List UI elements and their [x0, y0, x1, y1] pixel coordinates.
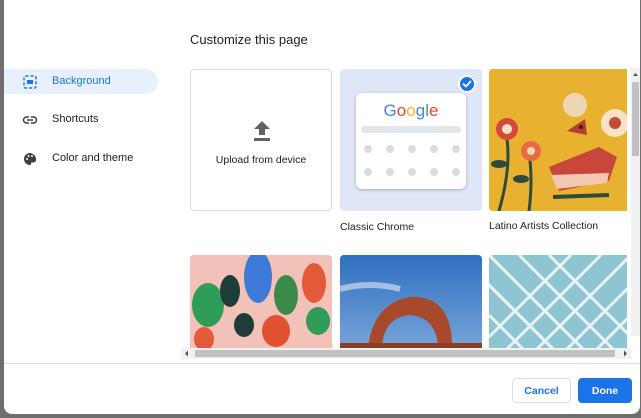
latino-artists-label: Latino Artists Collection	[489, 220, 599, 232]
arch-landscape-tile[interactable]	[340, 255, 482, 348]
classic-chrome-tile[interactable]: Google	[340, 69, 482, 211]
latino-artists-collection-tile[interactable]	[489, 69, 627, 211]
horizontal-scrollbar[interactable]	[181, 348, 631, 359]
footer-divider	[4, 363, 640, 364]
shortcut-dot	[430, 168, 438, 176]
glass-architecture-tile[interactable]	[489, 255, 627, 348]
shortcut-dot	[364, 168, 372, 176]
link-icon	[22, 116, 38, 124]
classic-chrome-label: Classic Chrome	[340, 221, 415, 233]
shortcut-dot	[386, 168, 394, 176]
shortcut-dot	[364, 145, 372, 153]
shortcut-dot	[452, 168, 460, 176]
scroll-left-arrow-icon[interactable]	[182, 348, 191, 359]
sidebar-item-label: Background	[52, 75, 111, 87]
sidebar-item-label: Shortcuts	[52, 113, 99, 125]
shortcut-dot	[430, 145, 438, 153]
classic-chrome-preview: Google	[356, 93, 466, 189]
floral-artwork-image	[190, 255, 332, 348]
shortcut-dot	[452, 145, 460, 153]
google-logo: Google	[383, 101, 439, 120]
shortcut-dot	[408, 145, 416, 153]
sidebar-item-shortcuts[interactable]: Shortcuts	[4, 107, 158, 132]
glass-building-image	[489, 255, 627, 348]
upload-icon	[254, 121, 270, 141]
palette-icon	[24, 153, 37, 165]
background-grid: Upload from device Google Classic Chrome…	[189, 68, 627, 348]
customize-dialog: Customize this page Background Shortcuts…	[4, 0, 640, 414]
dialog-title: Customize this page	[190, 32, 308, 47]
upload-label: Upload from device	[215, 154, 307, 166]
sidebar-item-color-and-theme[interactable]: Color and theme	[4, 146, 158, 171]
sidebar-item-label: Color and theme	[52, 152, 134, 164]
done-button[interactable]: Done	[578, 378, 632, 403]
selected-check-icon	[458, 75, 476, 93]
background-icon	[23, 75, 37, 89]
floral-background-tile[interactable]	[190, 255, 332, 348]
vertical-scrollbar[interactable]	[631, 68, 640, 336]
scroll-right-arrow-icon[interactable]	[621, 348, 630, 359]
vertical-scroll-thumb[interactable]	[632, 82, 639, 156]
shortcut-dot	[408, 168, 416, 176]
search-box-preview	[361, 126, 461, 133]
cancel-button[interactable]: Cancel	[512, 378, 571, 403]
arch-photo-image	[340, 255, 482, 348]
latino-artwork-image	[489, 69, 627, 211]
shortcut-dot	[386, 145, 394, 153]
scroll-up-arrow-icon[interactable]	[631, 70, 640, 79]
upload-from-device-tile[interactable]: Upload from device	[190, 69, 332, 211]
sidebar-item-background[interactable]: Background	[4, 69, 158, 94]
horizontal-scroll-thumb[interactable]	[195, 350, 615, 357]
